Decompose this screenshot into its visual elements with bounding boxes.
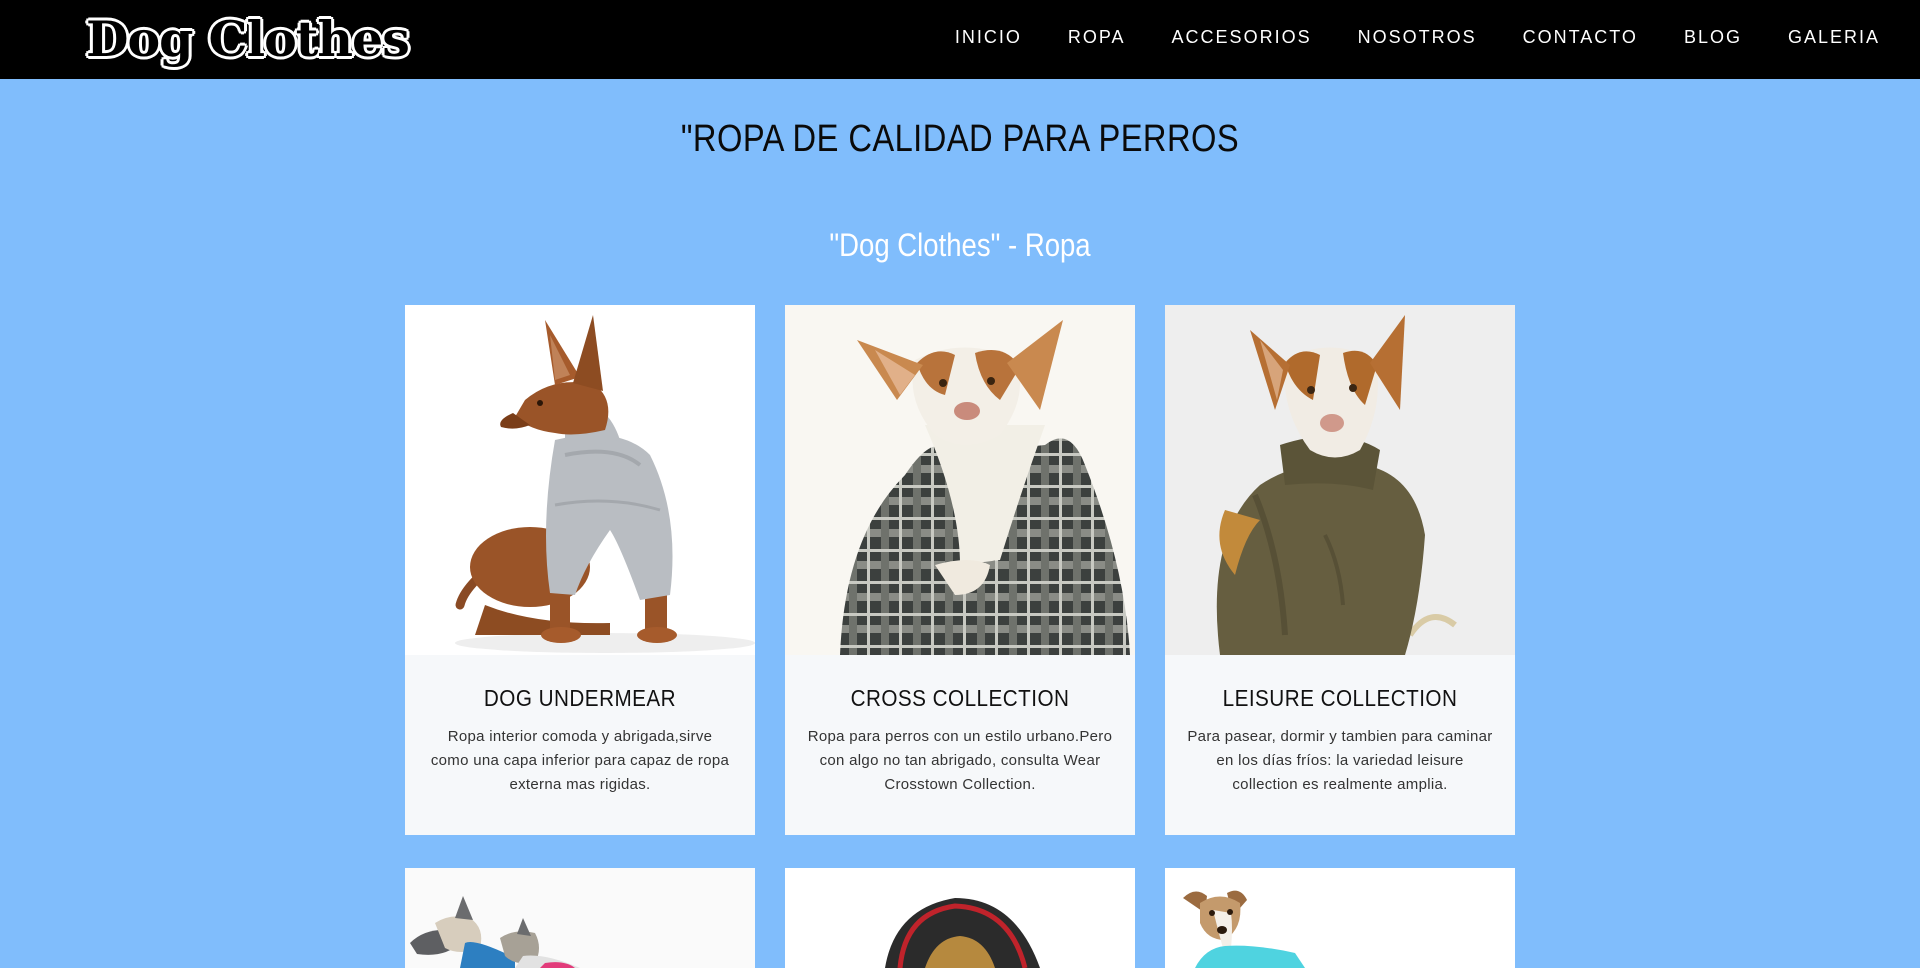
nav-item-ropa[interactable]: ROPA	[1068, 27, 1126, 48]
product-card-5[interactable]	[785, 868, 1135, 968]
dog-photo-image	[785, 868, 1135, 968]
product-photo	[1165, 305, 1515, 655]
dog-photo-image	[405, 868, 755, 968]
site-logo[interactable]: Dog Clothes	[86, 10, 410, 68]
dog-photo-image	[405, 305, 755, 655]
product-photo	[405, 305, 755, 655]
product-photo	[405, 868, 755, 968]
product-title: LEISURE COLLECTION	[1222, 685, 1458, 711]
nav-item-galeria[interactable]: GALERIA	[1788, 27, 1880, 48]
product-card-cross-collection[interactable]: CROSS COLLECTION Ropa para perros con un…	[785, 305, 1135, 835]
product-card-leisure-collection[interactable]: LEISURE COLLECTION Para pasear, dormir y…	[1165, 305, 1515, 835]
product-title: CROSS COLLECTION	[850, 685, 1070, 711]
nav-item-accesorios[interactable]: ACCESORIOS	[1172, 27, 1312, 48]
dog-photo-image	[1165, 305, 1515, 655]
nav-item-inicio[interactable]: INICIO	[955, 27, 1022, 48]
navbar: Dog Clothes INICIO ROPA ACCESORIOS NOSOT…	[0, 0, 1920, 79]
product-description: Para pasear, dormir y tambien para camin…	[1187, 728, 1493, 793]
section-subtitle: "Dog Clothes" - Ropa	[829, 227, 1091, 263]
nav-item-contacto[interactable]: CONTACTO	[1523, 27, 1638, 48]
dog-photo-image	[785, 305, 1135, 655]
page-title: "ROPA DE CALIDAD PARA PERROS	[680, 118, 1240, 160]
main-nav: INICIO ROPA ACCESORIOS NOSOTROS CONTACTO…	[909, 0, 1880, 74]
product-photo	[785, 868, 1135, 968]
product-description: Ropa interior comoda y abrigada,sirve co…	[430, 728, 730, 793]
nav-item-nosotros[interactable]: NOSOTROS	[1358, 27, 1477, 48]
nav-item-blog[interactable]: BLOG	[1684, 27, 1742, 48]
dog-photo-image	[1165, 868, 1515, 968]
product-card-6[interactable]	[1165, 868, 1515, 968]
product-card-dog-undermear[interactable]: DOG UNDERMEAR Ropa interior comoda y abr…	[405, 305, 755, 835]
product-photo	[1165, 868, 1515, 968]
product-photo	[785, 305, 1135, 655]
product-title: DOG UNDERMEAR	[483, 685, 677, 711]
product-card-4[interactable]	[405, 868, 755, 968]
product-description: Ropa para perros con un estilo urbano.Pe…	[807, 728, 1113, 793]
